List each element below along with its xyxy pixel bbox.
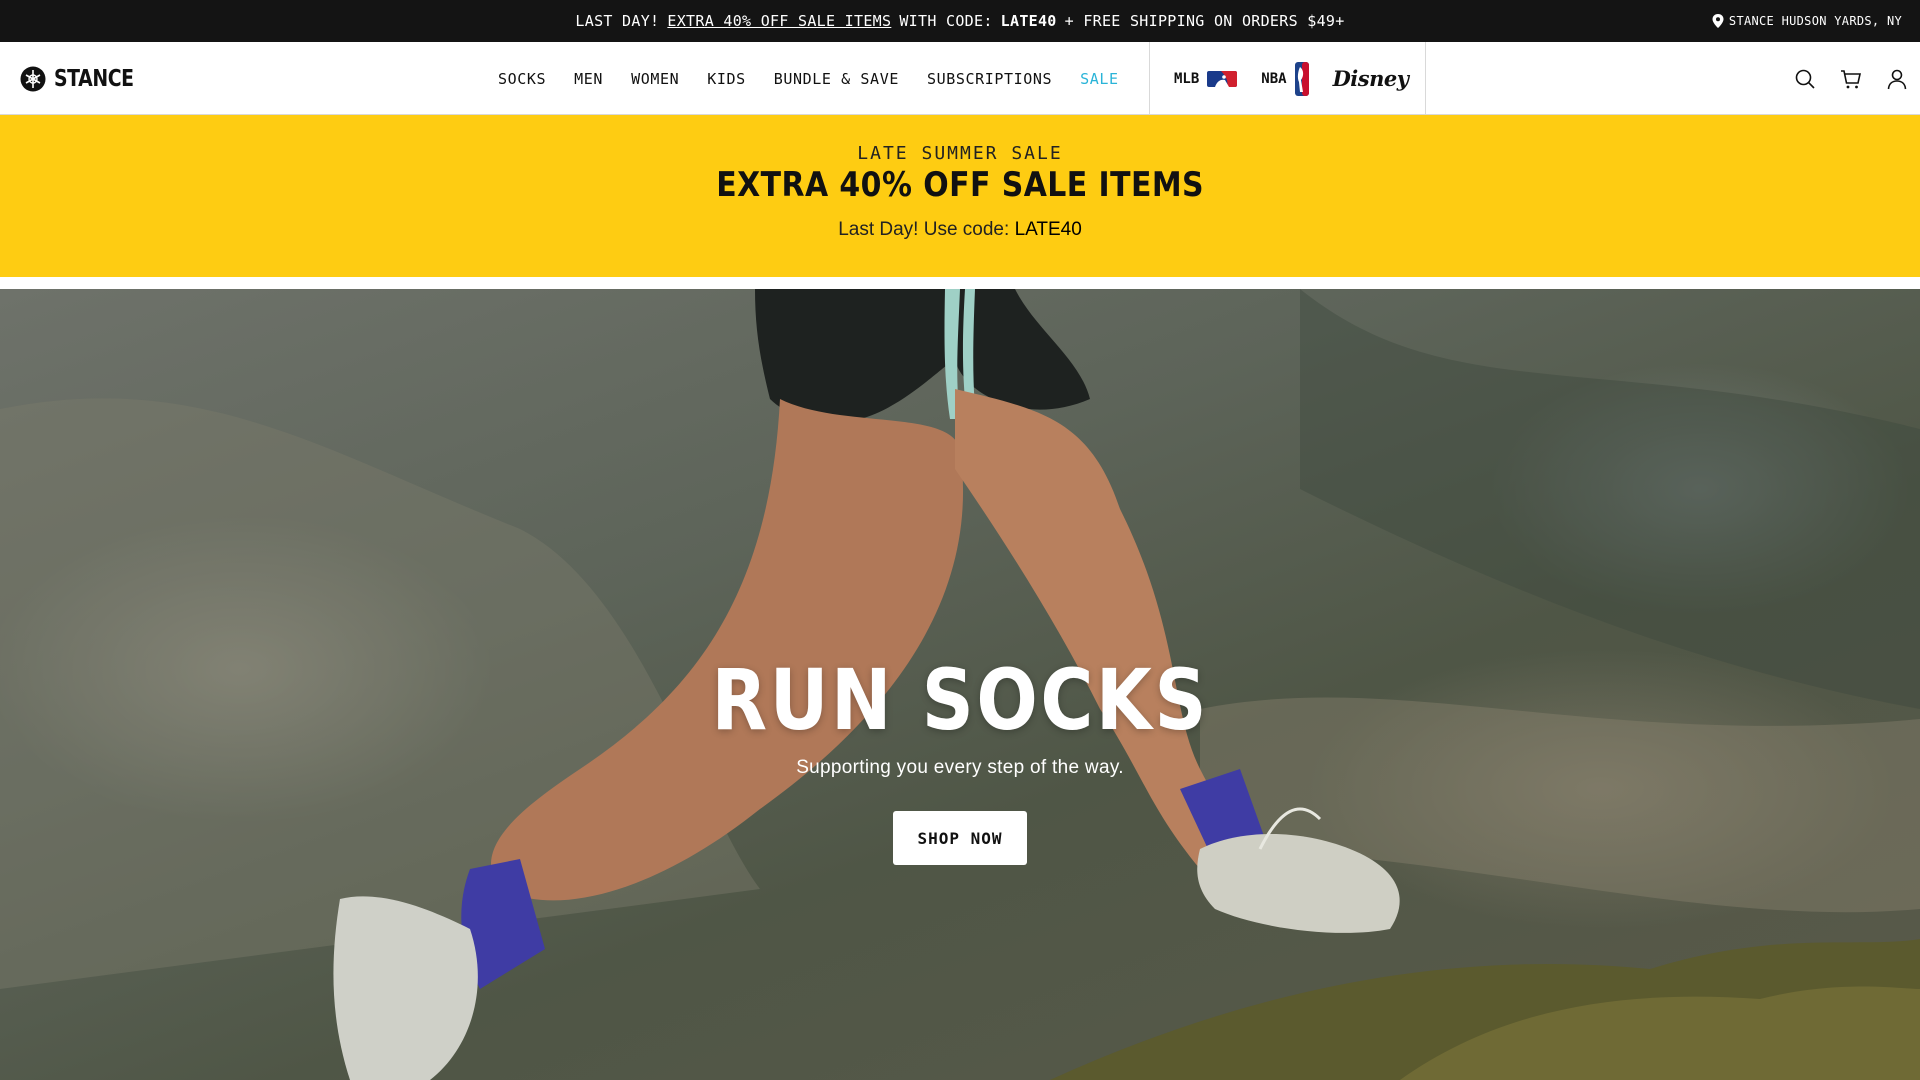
search-icon[interactable] — [1794, 68, 1816, 90]
license-nba-label: NBA — [1261, 70, 1287, 87]
promo-eyebrow: LATE SUMMER SALE — [857, 143, 1063, 164]
nav-men[interactable]: MEN — [574, 70, 603, 88]
hero-banner: RUN SOCKS Supporting you every step of t… — [0, 289, 1920, 1080]
announcement-message: LAST DAY! EXTRA 40% OFF SALE ITEMS WITH … — [0, 0, 1920, 42]
promo-banner[interactable]: LATE SUMMER SALE EXTRA 40% OFF SALE ITEM… — [0, 115, 1920, 277]
location-pin-icon — [1712, 14, 1724, 28]
promo-title: EXTRA 40% OFF SALE ITEMS — [0, 165, 1920, 205]
account-icon[interactable] — [1886, 68, 1908, 90]
promo-sub-prefix: Last Day! Use code: — [838, 219, 1010, 240]
site-header: STANCE SOCKS MEN WOMEN KIDS BUNDLE & SAV… — [0, 42, 1920, 115]
license-mlb[interactable]: MLB — [1174, 70, 1238, 87]
promo-title-text: EXTRA 40% OFF SALE ITEMS — [716, 165, 1204, 205]
announcement-prefix: LAST DAY! — [575, 12, 660, 30]
announcement-bar: LAST DAY! EXTRA 40% OFF SALE ITEMS WITH … — [0, 0, 1920, 42]
announcement-code: LATE40 — [1000, 12, 1057, 30]
announcement-suffix: + FREE SHIPPING ON ORDERS $49+ — [1064, 12, 1345, 30]
nba-logo-icon — [1294, 61, 1309, 96]
announcement-sale-link[interactable]: EXTRA 40% OFF SALE ITEMS — [667, 12, 891, 30]
announcement-middle: WITH CODE: — [899, 12, 993, 30]
nav-women[interactable]: WOMEN — [631, 70, 679, 88]
license-disney[interactable]: Disney — [1333, 66, 1409, 91]
nav-subscriptions[interactable]: SUBSCRIPTIONS — [927, 70, 1052, 88]
license-mlb-label: MLB — [1174, 70, 1200, 87]
license-nav: MLB NBA Disney — [1149, 42, 1426, 115]
mlb-logo-icon — [1207, 70, 1238, 87]
hero-title: RUN SOCKS — [0, 651, 1920, 749]
stance-logo[interactable]: STANCE — [20, 42, 151, 115]
store-locator[interactable]: STANCE HUDSON YARDS, NY — [1712, 0, 1902, 42]
promo-subtitle: Last Day! Use code: LATE40 — [0, 219, 1920, 241]
hero-title-text: RUN SOCKS — [711, 651, 1209, 749]
license-nba[interactable]: NBA — [1261, 61, 1309, 96]
stance-logo-icon — [20, 66, 46, 91]
hero-subtitle: Supporting you every step of the way. — [796, 757, 1124, 778]
promo-code: LATE40 — [1014, 219, 1082, 240]
logo-wordmark: STANCE — [54, 65, 134, 92]
nav-kids[interactable]: KIDS — [707, 70, 746, 88]
shop-now-button[interactable]: SHOP NOW — [893, 811, 1027, 865]
nav-socks[interactable]: SOCKS — [498, 70, 546, 88]
store-name: STANCE HUDSON YARDS, NY — [1728, 14, 1902, 28]
cart-icon[interactable] — [1840, 68, 1862, 90]
nav-bundle-save[interactable]: BUNDLE & SAVE — [774, 70, 899, 88]
nav-sale[interactable]: SALE — [1080, 70, 1119, 88]
main-nav: SOCKS MEN WOMEN KIDS BUNDLE & SAVE SUBSC… — [498, 42, 1119, 115]
header-actions — [1794, 42, 1908, 115]
